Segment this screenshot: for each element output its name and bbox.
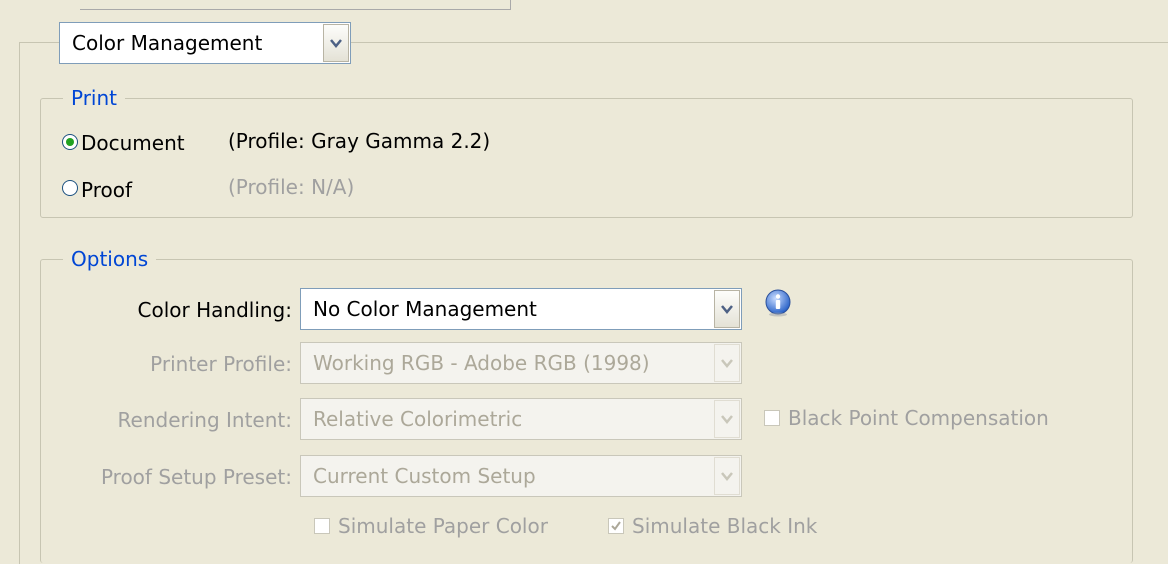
document-label[interactable]: Document (81, 131, 185, 155)
color-handling-label: Color Handling: (137, 298, 292, 322)
color-handling-dropdown[interactable]: No Color Management (300, 288, 742, 330)
printer-profile-dropdown[interactable]: Working RGB - Adobe RGB (1998) (300, 342, 742, 384)
simulate-paper-color-checkbox[interactable] (314, 518, 330, 534)
outer-group-rule (351, 42, 1168, 43)
printer-profile-value: Working RGB - Adobe RGB (1998) (313, 351, 650, 375)
chevron-down-icon (330, 38, 342, 48)
rendering-intent-dropdown[interactable]: Relative Colorimetric (300, 398, 742, 440)
proof-setup-preset-dropdown-button[interactable] (714, 457, 740, 495)
proof-setup-preset-value: Current Custom Setup (313, 464, 536, 488)
print-legend: Print (63, 86, 126, 110)
rendering-intent-label: Rendering Intent: (117, 408, 292, 432)
simulate-black-ink-label[interactable]: Simulate Black Ink (632, 514, 817, 538)
info-icon[interactable] (764, 289, 792, 317)
document-radio[interactable] (62, 134, 78, 150)
proof-profile-text: (Profile: N/A) (228, 175, 355, 199)
proof-radio[interactable] (62, 180, 78, 196)
section-dropdown-button[interactable] (323, 24, 349, 62)
section-dropdown-value: Color Management (72, 31, 263, 55)
chevron-down-icon (721, 414, 733, 424)
proof-setup-preset-dropdown[interactable]: Current Custom Setup (300, 455, 742, 497)
rendering-intent-value: Relative Colorimetric (313, 407, 523, 431)
black-point-label[interactable]: Black Point Compensation (788, 406, 1049, 430)
options-legend: Options (63, 247, 157, 271)
chevron-down-icon (721, 471, 733, 481)
black-point-checkbox[interactable] (764, 410, 780, 426)
proof-setup-preset-label: Proof Setup Preset: (100, 465, 292, 489)
chevron-down-icon (721, 304, 733, 314)
top-panel-edge (80, 0, 511, 10)
printer-profile-label: Printer Profile: (150, 352, 292, 376)
color-handling-value: No Color Management (313, 297, 537, 321)
section-dropdown[interactable]: Color Management (59, 22, 351, 64)
radio-dot (66, 138, 74, 146)
chevron-down-icon (721, 358, 733, 368)
checkmark-icon (611, 521, 621, 531)
simulate-paper-color-label[interactable]: Simulate Paper Color (338, 514, 548, 538)
rendering-intent-dropdown-button[interactable] (714, 400, 740, 438)
simulate-black-ink-checkbox[interactable] (608, 518, 624, 534)
document-profile-text: (Profile: Gray Gamma 2.2) (228, 129, 491, 153)
print-group (40, 98, 1133, 218)
color-handling-dropdown-button[interactable] (714, 290, 740, 328)
proof-label[interactable]: Proof (81, 178, 132, 202)
printer-profile-dropdown-button[interactable] (714, 344, 740, 382)
